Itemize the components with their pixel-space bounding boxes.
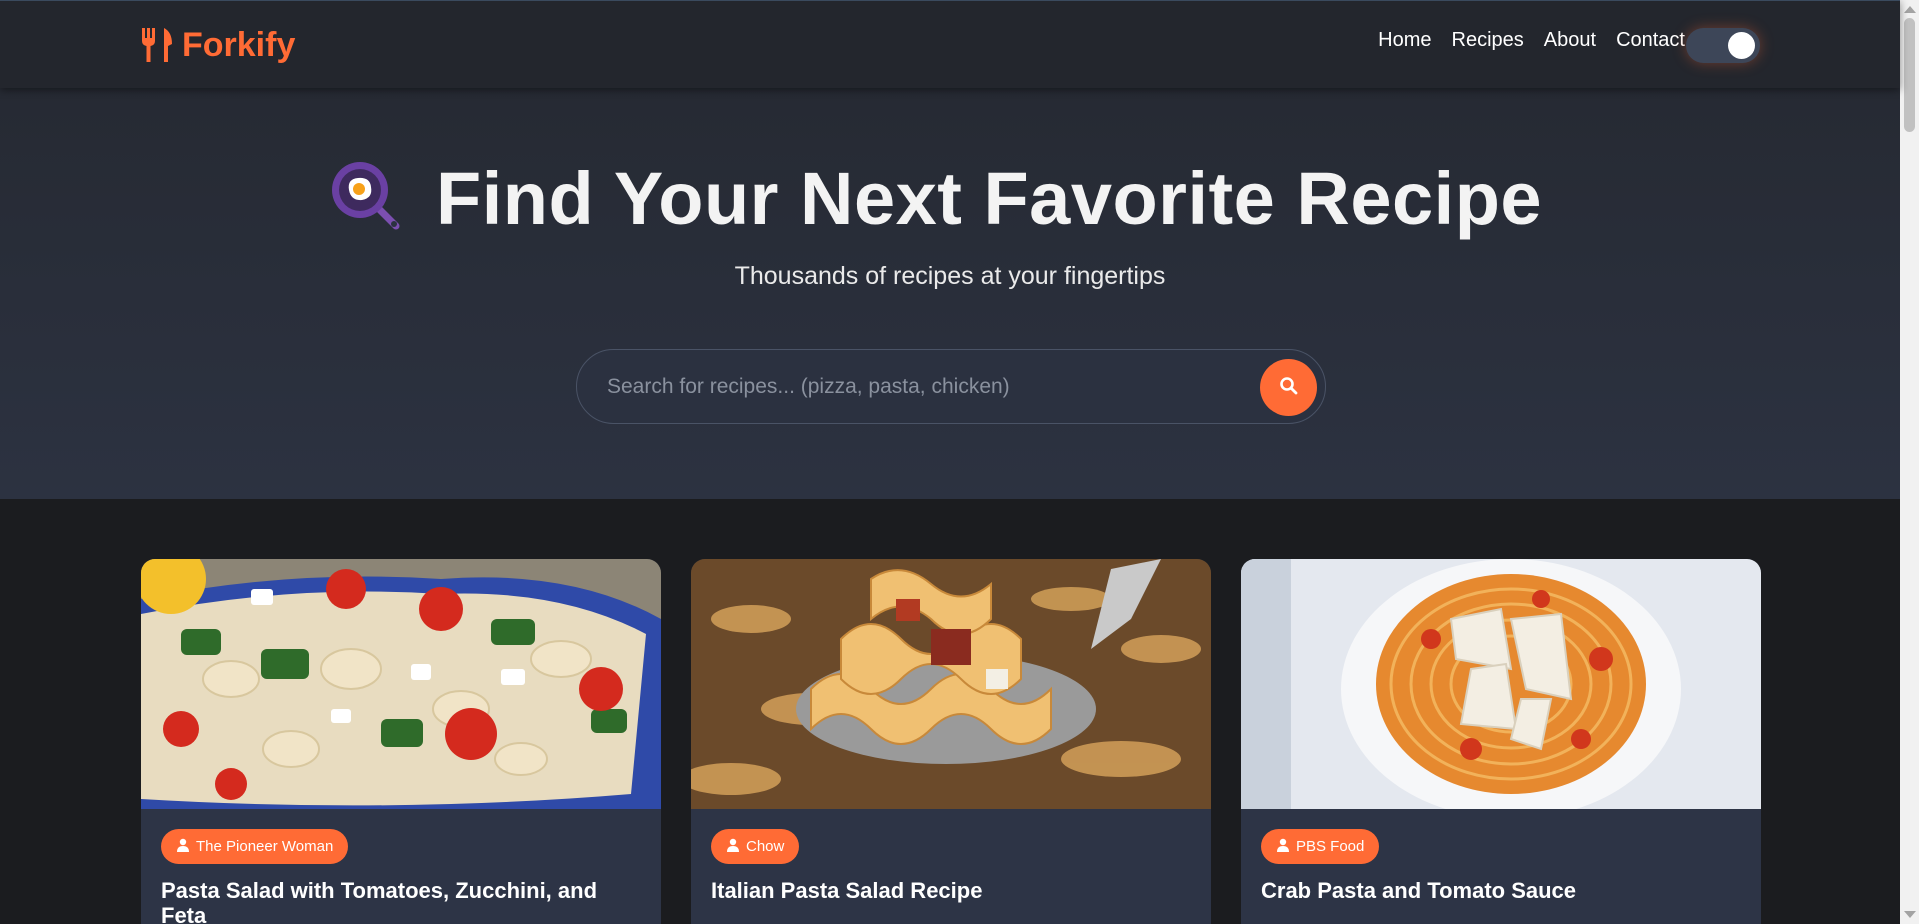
user-icon <box>176 838 190 856</box>
utensils-icon <box>140 26 174 64</box>
recipe-card[interactable]: PBS Food Crab Pasta and Tomato Sauce <box>1241 559 1761 924</box>
search-icon <box>1279 376 1299 399</box>
recipe-title[interactable]: Crab Pasta and Tomato Sauce <box>1261 878 1741 903</box>
spaghetti-parmesan-photo <box>1241 559 1761 809</box>
recipe-card[interactable]: Chow Italian Pasta Salad Recipe <box>691 559 1211 924</box>
toggle-knob <box>1728 32 1755 59</box>
theme-toggle[interactable] <box>1686 28 1760 63</box>
main-nav: Home Recipes About Contact <box>1378 29 1685 52</box>
nav-about[interactable]: About <box>1544 29 1596 52</box>
nav-recipes[interactable]: Recipes <box>1452 29 1524 52</box>
search-bar <box>576 349 1326 424</box>
nav-contact[interactable]: Contact <box>1616 29 1685 52</box>
scroll-down-arrow[interactable] <box>1904 911 1916 918</box>
recipe-card[interactable]: The Pioneer Woman Pasta Salad with Tomat… <box>141 559 661 924</box>
hero-section: Find Your Next Favorite Recipe Thousands… <box>0 88 1900 499</box>
search-button[interactable] <box>1260 359 1317 416</box>
brand-name: Forkify <box>182 25 296 64</box>
publisher-name: The Pioneer Woman <box>196 838 334 855</box>
hero-heading: Find Your Next Favorite Recipe <box>330 156 1543 240</box>
publisher-badge: Chow <box>711 829 800 864</box>
scroll-thumb[interactable] <box>1904 18 1915 132</box>
publisher-name: PBS Food <box>1296 838 1365 855</box>
recipe-title[interactable]: Italian Pasta Salad Recipe <box>711 878 1191 903</box>
page-title: Find Your Next Favorite Recipe <box>436 156 1543 240</box>
search-input[interactable] <box>607 350 1227 423</box>
scroll-up-arrow[interactable] <box>1904 6 1916 13</box>
publisher-name: Chow <box>746 838 785 855</box>
fusilli-spoon-photo <box>691 559 1211 809</box>
pasta-salad-photo <box>141 559 661 809</box>
publisher-badge: PBS Food <box>1261 829 1380 864</box>
hero-subtitle: Thousands of recipes at your fingertips <box>734 262 1166 290</box>
site-header: Forkify Home Recipes About Contact <box>0 0 1900 88</box>
publisher-badge: The Pioneer Woman <box>161 829 349 864</box>
nav-home[interactable]: Home <box>1378 29 1431 52</box>
user-icon <box>1276 838 1290 856</box>
page-scrollbar[interactable] <box>1900 0 1919 924</box>
recipe-grid: The Pioneer Woman Pasta Salad with Tomat… <box>141 559 1761 924</box>
frying-pan-icon <box>330 160 402 237</box>
user-icon <box>726 838 740 856</box>
brand-logo[interactable]: Forkify <box>140 23 295 67</box>
recipe-title[interactable]: Pasta Salad with Tomatoes, Zucchini, and… <box>161 878 641 924</box>
